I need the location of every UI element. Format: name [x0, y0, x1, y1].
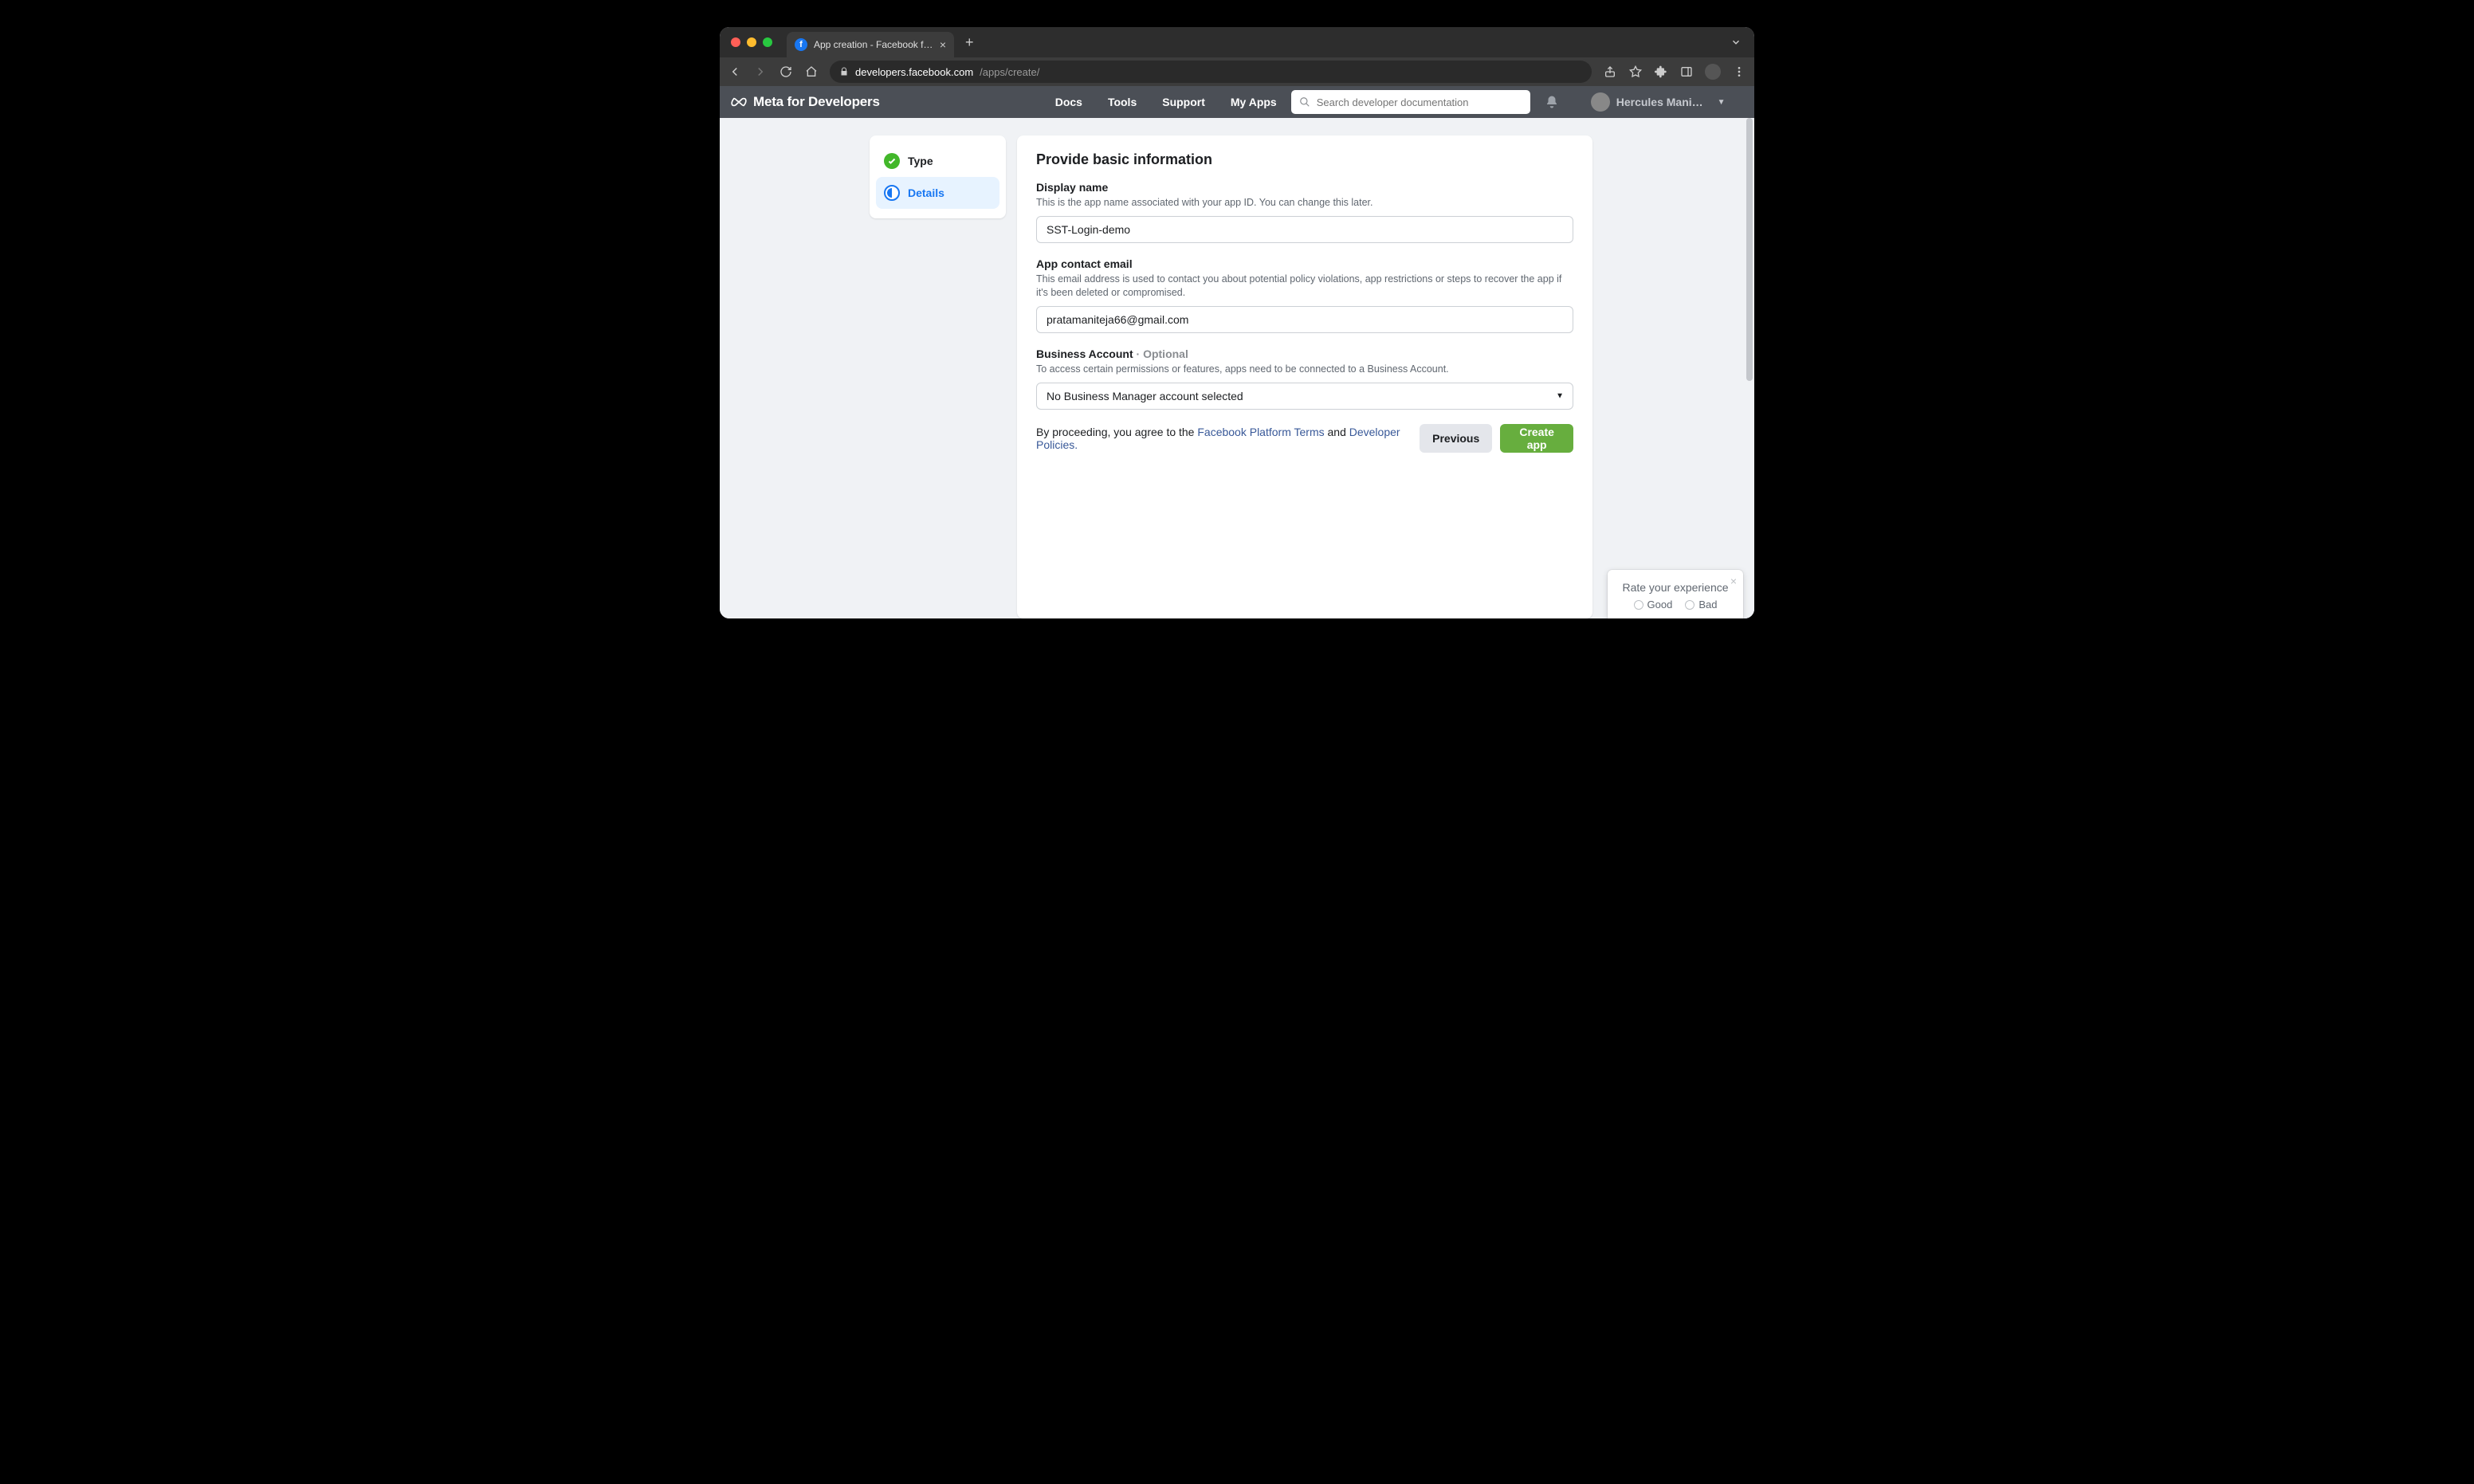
contact-email-label: App contact email — [1036, 257, 1573, 270]
url-host: developers.facebook.com — [855, 66, 973, 78]
notifications-icon[interactable] — [1545, 95, 1559, 109]
check-icon — [884, 153, 900, 169]
form-card: Provide basic information Display name T… — [1017, 135, 1592, 618]
business-account-desc: To access certain permissions or feature… — [1036, 363, 1573, 376]
window-controls — [731, 37, 772, 47]
share-icon[interactable] — [1603, 65, 1617, 79]
search-icon — [1299, 96, 1310, 108]
lock-icon — [839, 67, 849, 77]
feedback-widget: × Rate your experience Good Bad — [1608, 570, 1743, 618]
tab-title: App creation - Facebook for De — [814, 39, 933, 50]
bookmark-star-icon[interactable] — [1628, 65, 1643, 79]
browser-menu-icon[interactable] — [1732, 65, 1746, 79]
browser-chrome: f App creation - Facebook for De × + — [720, 27, 1754, 86]
nav-back-button[interactable] — [728, 65, 742, 79]
step-details-label: Details — [908, 186, 944, 199]
display-name-label: Display name — [1036, 181, 1573, 194]
nav-myapps[interactable]: My Apps — [1231, 96, 1277, 108]
address-bar-row: developers.facebook.com/apps/create/ — [720, 57, 1754, 86]
scrollbar-track — [1745, 118, 1754, 618]
tab-close-icon[interactable]: × — [940, 38, 946, 51]
window-minimize-button[interactable] — [747, 37, 756, 47]
field-business-account: Business Account · Optional To access ce… — [1036, 347, 1573, 410]
feedback-close-icon[interactable]: × — [1730, 575, 1737, 587]
progress-icon — [884, 185, 900, 201]
nav-support[interactable]: Support — [1162, 96, 1205, 108]
user-avatar-icon — [1591, 92, 1610, 112]
display-name-desc: This is the app name associated with you… — [1036, 196, 1573, 210]
tab-strip: f App creation - Facebook for De × + — [720, 27, 1754, 57]
site-header: Meta for Developers Docs Tools Support M… — [720, 86, 1754, 118]
side-panel-icon[interactable] — [1679, 65, 1694, 79]
agree-text: By proceeding, you agree to the Facebook… — [1036, 426, 1420, 451]
display-name-input[interactable] — [1036, 216, 1573, 243]
previous-button[interactable]: Previous — [1420, 424, 1492, 453]
browser-window: f App creation - Facebook for De × + — [720, 27, 1754, 618]
scrollbar-thumb[interactable] — [1746, 118, 1753, 381]
feedback-good-option[interactable]: Good — [1634, 599, 1673, 610]
nav-forward-button[interactable] — [753, 65, 768, 79]
contact-email-desc: This email address is used to contact yo… — [1036, 273, 1573, 300]
radio-icon — [1685, 600, 1694, 610]
optional-tag: Optional — [1143, 347, 1188, 360]
nav-tools[interactable]: Tools — [1108, 96, 1137, 108]
window-close-button[interactable] — [731, 37, 740, 47]
business-account-label: Business Account · Optional — [1036, 347, 1573, 360]
step-type[interactable]: Type — [876, 145, 999, 177]
nav-home-button[interactable] — [804, 65, 819, 78]
address-bar[interactable]: developers.facebook.com/apps/create/ — [830, 61, 1592, 83]
user-menu[interactable]: Hercules Mani… ▼ — [1591, 92, 1726, 112]
meta-infinity-icon — [731, 94, 747, 110]
extensions-icon[interactable] — [1654, 65, 1668, 79]
feedback-good-label: Good — [1647, 599, 1673, 610]
page-content: Type Details Provide basic information D… — [720, 118, 1754, 618]
window-maximize-button[interactable] — [763, 37, 772, 47]
form-heading: Provide basic information — [1036, 151, 1573, 168]
agree-prefix: By proceeding, you agree to the — [1036, 426, 1197, 438]
brand-logo[interactable]: Meta for Developers — [731, 94, 880, 110]
doc-search[interactable] — [1291, 90, 1530, 114]
contact-email-input[interactable] — [1036, 306, 1573, 333]
nav-reload-button[interactable] — [779, 65, 793, 78]
step-sidebar: Type Details — [870, 135, 1006, 218]
field-contact-email: App contact email This email address is … — [1036, 257, 1573, 333]
url-path: /apps/create/ — [980, 66, 1039, 78]
browser-tab[interactable]: f App creation - Facebook for De × — [787, 32, 954, 57]
facebook-favicon-icon: f — [795, 38, 807, 51]
profile-avatar-icon[interactable] — [1705, 64, 1721, 80]
toolbar-icons — [1603, 64, 1746, 80]
new-tab-button[interactable]: + — [960, 34, 979, 51]
main-nav: Docs Tools Support My Apps — [1055, 96, 1277, 108]
create-app-button[interactable]: Create app — [1500, 424, 1573, 453]
business-account-select[interactable]: ▼ — [1036, 383, 1573, 410]
caret-down-icon: ▼ — [1718, 98, 1726, 107]
tabs-dropdown-icon[interactable] — [1730, 37, 1742, 48]
step-details[interactable]: Details — [876, 177, 999, 209]
field-display-name: Display name This is the app name associ… — [1036, 181, 1573, 243]
radio-icon — [1634, 600, 1643, 610]
user-name: Hercules Mani… — [1616, 96, 1703, 108]
step-type-label: Type — [908, 155, 933, 167]
feedback-bad-label: Bad — [1698, 599, 1717, 610]
business-account-label-text: Business Account — [1036, 347, 1133, 360]
feedback-bad-option[interactable]: Bad — [1685, 599, 1717, 610]
platform-terms-link[interactable]: Facebook Platform Terms — [1197, 426, 1324, 438]
feedback-title: Rate your experience — [1617, 581, 1734, 594]
agree-and: and — [1325, 426, 1349, 438]
business-account-value[interactable] — [1036, 383, 1573, 410]
brand-text: Meta for Developers — [753, 94, 880, 110]
nav-docs[interactable]: Docs — [1055, 96, 1082, 108]
search-input[interactable] — [1317, 96, 1522, 108]
form-footer: By proceeding, you agree to the Facebook… — [1036, 424, 1573, 453]
